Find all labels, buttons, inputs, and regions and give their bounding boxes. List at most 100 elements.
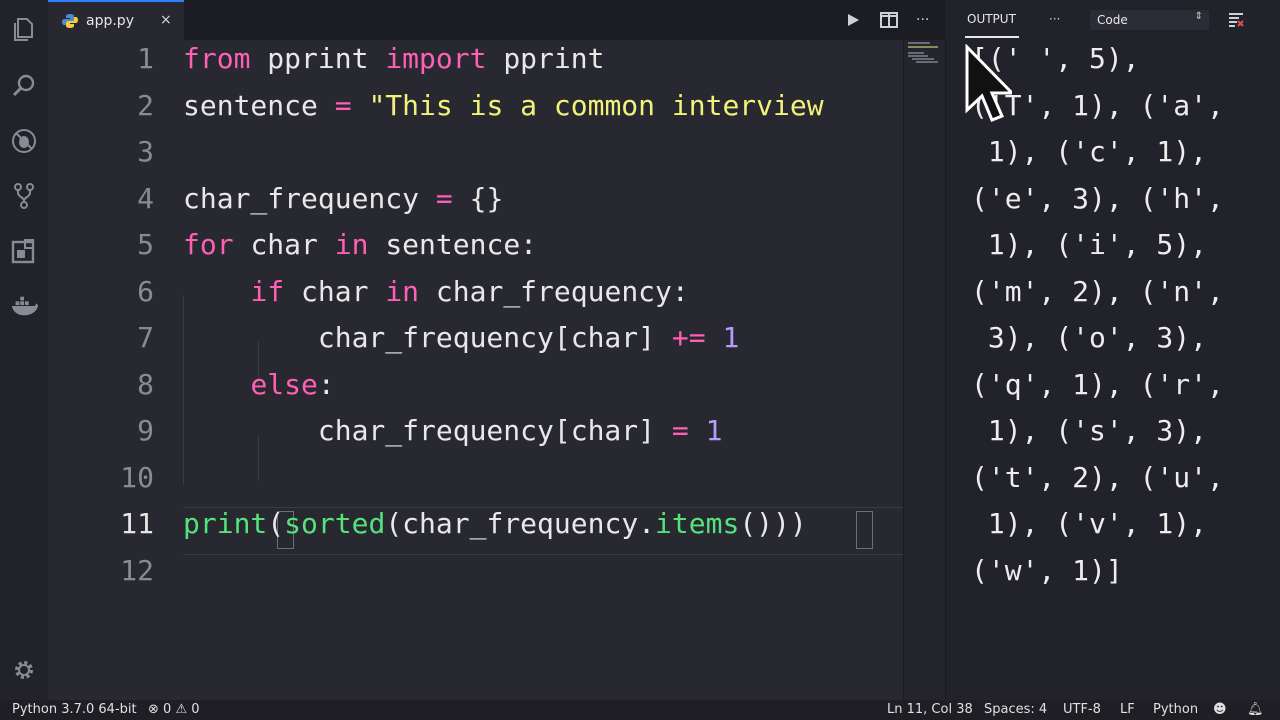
settings-gear-icon[interactable] (10, 656, 38, 684)
output-panel[interactable]: [(' ', 5), ('T', 1), ('a', 1), ('c', 1),(… (945, 40, 1280, 700)
output-channel-select[interactable]: Code ⇕ (1090, 10, 1209, 30)
code-line[interactable]: print(sorted(char_frequency.items())) (183, 507, 807, 540)
mouse-cursor-icon (964, 43, 1016, 136)
run-icon[interactable] (845, 0, 861, 40)
code-token: from (183, 42, 251, 75)
python-interpreter[interactable]: Python 3.7.0 64-bit (12, 702, 137, 717)
minimap[interactable] (903, 40, 946, 700)
code-token: 1 (722, 321, 740, 354)
chevron-down-icon: ⇕ (1194, 11, 1203, 22)
docker-icon[interactable] (10, 292, 38, 320)
code-token: print (183, 507, 268, 540)
files-icon[interactable] (10, 16, 38, 44)
code-token: char_frequency[char] (317, 414, 656, 447)
code-editor[interactable]: 1 from pprint import pprint 2 sentence = "T… (48, 40, 903, 700)
indentation[interactable]: Spaces: 4 (984, 702, 1047, 717)
encoding[interactable]: UTF-8 (1063, 702, 1101, 717)
code-token: ()) (739, 507, 790, 540)
output-line: 3), ('o', 3), (971, 321, 1208, 354)
source-control-icon[interactable] (10, 182, 38, 210)
output-line: ('t', 2), ('u', (971, 460, 1224, 494)
search-icon[interactable] (10, 72, 38, 100)
close-tab-icon[interactable]: × (160, 12, 172, 28)
code-token: = (671, 414, 689, 447)
clear-output-icon[interactable] (1228, 12, 1244, 32)
line-number: 3 (137, 135, 154, 168)
code-line[interactable]: from pprint import pprint (183, 42, 604, 75)
language-mode[interactable]: Python (1153, 702, 1198, 717)
debug-icon[interactable] (10, 127, 38, 155)
line-number: 2 (137, 88, 154, 122)
code-token: : (317, 367, 335, 401)
code-token: char_frequency (183, 181, 420, 215)
status-bar: Python 3.7.0 64-bit ⊗ 0 ⚠ 0 Ln 11, Col 3… (0, 700, 1280, 720)
line-number: 9 (137, 414, 154, 447)
output-panel-header: OUTPUT ··· Code ⇕ (945, 0, 1280, 40)
activity-bar (0, 0, 48, 700)
code-token: 1 (705, 414, 723, 447)
code-line[interactable]: if char in char_frequency: (183, 274, 689, 308)
line-number: 5 (137, 228, 154, 261)
output-line: ('w', 1)] (971, 553, 1123, 587)
code-token: char_frequency: (435, 274, 689, 308)
code-line[interactable]: sentence = "This is a common interview (183, 89, 824, 122)
code-token: ) (789, 507, 807, 540)
code-token: for (183, 228, 234, 261)
more-actions-icon[interactable]: ··· (916, 0, 929, 40)
python-file-icon (62, 13, 78, 29)
editor-tab-bar: app.py × ··· (48, 0, 945, 40)
code-token: "This is a common interview (368, 88, 824, 122)
line-number: 1 (137, 42, 154, 75)
output-line: ('m', 2), ('n', (971, 274, 1224, 308)
line-number: 11 (120, 507, 154, 540)
extensions-icon[interactable] (10, 237, 38, 265)
code-line[interactable]: char_frequency = {} (183, 182, 503, 215)
tab-label: app.py (86, 13, 134, 29)
error-icon: ⊗ (148, 702, 159, 717)
code-token: in (334, 228, 369, 261)
code-line[interactable]: else: (183, 367, 335, 401)
code-line[interactable]: char_frequency[char] = 1 (183, 414, 723, 447)
output-line: 1), ('v', 1), (971, 507, 1208, 540)
panel-more-icon[interactable]: ··· (1049, 12, 1060, 26)
end-of-line[interactable]: LF (1120, 702, 1135, 717)
code-token: items (655, 507, 740, 540)
problems-summary[interactable]: ⊗ 0 ⚠ 0 (148, 702, 200, 717)
code-token: += (671, 321, 706, 354)
code-line[interactable]: char_frequency[char] += 1 (183, 321, 739, 354)
code-token: {} (469, 181, 504, 215)
output-tab[interactable]: OUTPUT (967, 12, 1016, 26)
output-line: ('q', 1), ('r', (971, 367, 1224, 401)
bell-icon[interactable]: 🔔︎ (1247, 702, 1264, 717)
split-editor-icon[interactable] (880, 0, 898, 40)
line-number: 8 (137, 367, 154, 401)
output-line: ('e', 3), ('h', (971, 181, 1224, 215)
line-number: 6 (137, 274, 154, 308)
code-line[interactable]: for char in sentence: (183, 228, 537, 261)
code-token: (char_frequency. (385, 507, 656, 540)
code-token: else (250, 367, 318, 401)
warning-icon: ⚠ (175, 702, 188, 717)
code-token: = (334, 88, 352, 122)
code-token: char (250, 228, 318, 261)
code-token: char (301, 274, 369, 308)
tab-app-py[interactable]: app.py × (48, 0, 184, 40)
cursor-position[interactable]: Ln 11, Col 38 (887, 702, 973, 717)
line-number: 4 (137, 181, 154, 215)
smiley-icon[interactable]: ☻ (1213, 702, 1227, 717)
code-token: pprint (267, 42, 369, 75)
